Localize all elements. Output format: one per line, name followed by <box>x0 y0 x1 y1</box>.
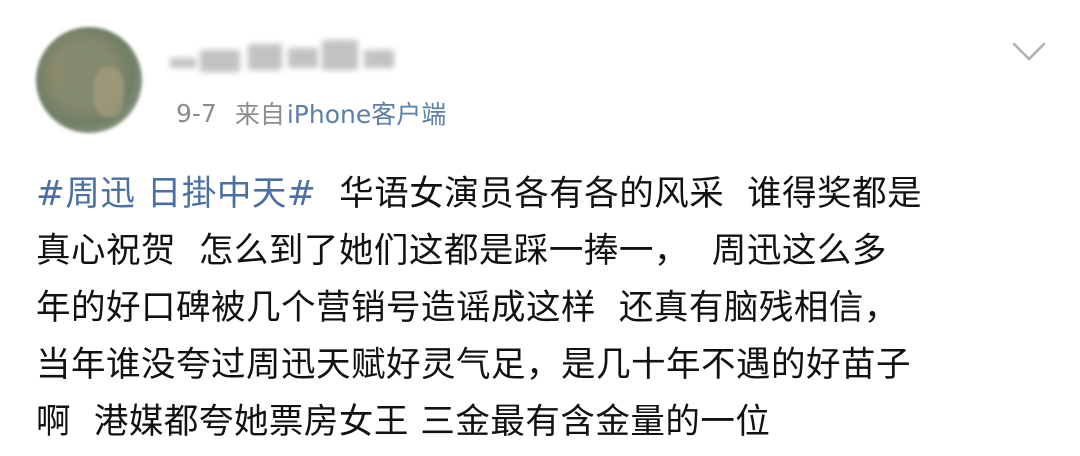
username-redacted[interactable] <box>170 36 400 82</box>
content-line: #周迅 日掛中天# 华语女演员各有各的风采 谁得奖都是 <box>36 166 1046 223</box>
content-line: 啊 港媒都夸她票房女王 三金最有含金量的一位 <box>36 402 771 442</box>
source-link[interactable]: iPhone客户端 <box>287 95 446 131</box>
source-prefix: 来自 <box>234 100 285 129</box>
content-line: 真心祝贺 怎么到了她们这都是踩一捧一， 周迅这么多 <box>36 231 887 271</box>
post-meta: 9-7 来自 iPhone客户端 <box>176 96 446 130</box>
weibo-post: 9-7 来自 iPhone客户端 #周迅 日掛中天# 华语女演员各有各的风采 谁… <box>0 0 1080 456</box>
avatar[interactable] <box>36 27 142 133</box>
content-line: 当年谁没夸过周迅天赋好灵气足，是几十年不遇的好苗子 <box>36 345 911 385</box>
chevron-down-icon[interactable] <box>1012 40 1046 64</box>
post-content: #周迅 日掛中天# 华语女演员各有各的风采 谁得奖都是 真心祝贺 怎么到了她们这… <box>36 166 1046 451</box>
avatar-image-part <box>94 67 124 117</box>
hashtag-link[interactable]: #周迅 日掛中天# <box>36 174 316 214</box>
content-text: 华语女演员各有各的风采 谁得奖都是 <box>316 174 923 214</box>
content-line: 年的好口碑被几个营销号造谣成这样 还真有脑残相信， <box>36 288 899 328</box>
post-date: 9-7 <box>176 98 217 128</box>
